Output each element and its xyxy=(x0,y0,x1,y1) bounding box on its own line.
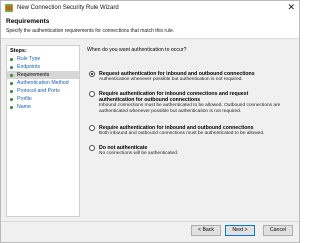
question-label: When do you want authentication to occur… xyxy=(87,47,187,53)
option-do-not-authenticate[interactable]: Do not authenticate No connections will … xyxy=(89,145,289,161)
option-description: Both inbound and outbound connections mu… xyxy=(99,131,265,136)
page-title: Requirements xyxy=(6,18,50,25)
option-description: Inbound connections must be authenticate… xyxy=(99,103,281,114)
step-label: Name xyxy=(17,104,31,110)
step-label: Requirements xyxy=(17,72,50,78)
step-endpoints[interactable]: Endpoints xyxy=(7,63,79,71)
step-bullet-icon xyxy=(10,89,13,93)
step-bullet-icon xyxy=(10,65,13,69)
steps-list: Rule Type Endpoints Requirements Authent… xyxy=(7,55,79,111)
wizard-header: Requirements Specify the authentication … xyxy=(1,15,299,39)
step-label: Authentication Method xyxy=(17,80,69,86)
radio-require-both[interactable] xyxy=(89,125,95,131)
radio-require-inbound-request-outbound[interactable] xyxy=(89,91,95,97)
option-require-both[interactable]: Require authentication for inbound and o… xyxy=(89,125,289,141)
radio-do-not-authenticate[interactable] xyxy=(89,145,95,151)
step-name[interactable]: Name xyxy=(7,103,79,111)
step-bullet-icon xyxy=(10,57,13,61)
wizard-window: New Connection Security Rule Wizard ✕ Re… xyxy=(0,0,300,243)
step-label: Protocol and Ports xyxy=(17,88,60,94)
option-description: Authentication whenever possible but aut… xyxy=(99,77,243,82)
requirements-panel: When do you want authentication to occur… xyxy=(85,45,295,217)
option-require-inbound-request-outbound[interactable]: Require authentication for inbound conne… xyxy=(89,91,289,117)
back-button[interactable]: < Back xyxy=(191,225,221,236)
radio-request-auth[interactable] xyxy=(89,71,95,77)
step-rule-type[interactable]: Rule Type xyxy=(7,55,79,63)
steps-panel: Steps: Rule Type Endpoints Requirements … xyxy=(6,45,80,217)
step-bullet-icon xyxy=(10,73,13,77)
step-bullet-icon xyxy=(10,97,13,101)
next-button[interactable]: Next > xyxy=(225,225,255,236)
step-authentication-method[interactable]: Authentication Method xyxy=(7,79,79,87)
step-bullet-icon xyxy=(10,81,13,85)
step-profile[interactable]: Profile xyxy=(7,95,79,103)
footer-divider xyxy=(1,221,299,222)
step-label: Rule Type xyxy=(17,56,41,62)
step-protocol-and-ports[interactable]: Protocol and Ports xyxy=(7,87,79,95)
option-description: No connections will be authenticated. xyxy=(99,151,179,156)
cancel-button[interactable]: Cancel xyxy=(263,225,293,236)
close-icon[interactable]: ✕ xyxy=(287,2,295,14)
window-title: New Connection Security Rule Wizard xyxy=(17,5,119,11)
steps-heading: Steps: xyxy=(10,48,27,54)
step-label: Endpoints xyxy=(17,64,41,70)
option-label: Require authentication for inbound conne… xyxy=(99,91,249,103)
step-requirements[interactable]: Requirements xyxy=(7,71,79,79)
page-subtitle: Specify the authentication requirements … xyxy=(6,28,175,34)
title-bar: New Connection Security Rule Wizard ✕ xyxy=(1,1,299,15)
option-request-auth[interactable]: Request authentication for inbound and o… xyxy=(89,71,289,87)
step-bullet-icon xyxy=(10,105,13,109)
step-label: Profile xyxy=(17,96,32,102)
firewall-icon xyxy=(5,4,13,12)
